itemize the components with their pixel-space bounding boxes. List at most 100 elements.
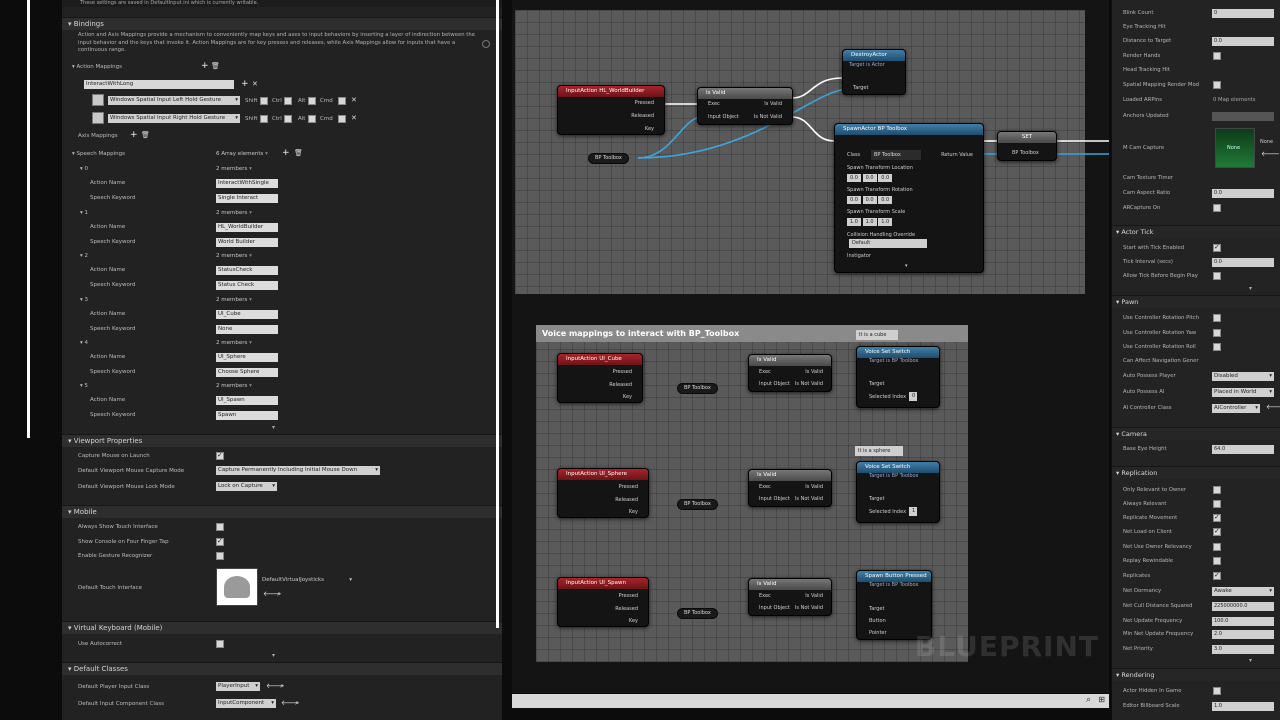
released-pin[interactable]: Released xyxy=(615,606,638,612)
pressed-pin[interactable]: Pressed xyxy=(619,484,638,490)
billboard-field[interactable]: 1.0 xyxy=(1212,702,1274,711)
eye-height-field[interactable]: 64.0 xyxy=(1212,445,1274,454)
expand-arrow-icon[interactable]: ▾ xyxy=(905,263,908,269)
speech-action-field[interactable]: UI_Sphere xyxy=(216,353,278,362)
rep-checkbox[interactable] xyxy=(1213,557,1221,565)
add-axis-icon[interactable]: + xyxy=(130,131,138,140)
allow-tick-checkbox[interactable] xyxy=(1213,272,1221,280)
exec-pin[interactable]: Exec xyxy=(759,369,771,375)
viewport-section-header[interactable]: ▾ Viewport Properties xyxy=(62,434,502,447)
speech-keyword-field[interactable]: Choose Sphere xyxy=(216,368,278,377)
expand-arrow-icon[interactable]: ▾ xyxy=(1249,285,1252,292)
add-action-icon[interactable]: + xyxy=(201,62,209,71)
input-object-pin[interactable]: Input Object xyxy=(759,605,790,611)
instigator-pin[interactable]: Instigator xyxy=(847,253,871,259)
key-pin[interactable]: Key xyxy=(645,126,654,132)
alt-checkbox[interactable] xyxy=(308,97,316,105)
anchors-updated-field[interactable] xyxy=(1212,112,1274,121)
collision-dropdown[interactable]: Default xyxy=(849,239,927,248)
tag-cube[interactable]: It is a cube xyxy=(856,330,898,340)
gesture-recognizer-checkbox[interactable] xyxy=(216,552,224,560)
is-valid-pin[interactable]: Is Valid xyxy=(805,593,823,599)
released-pin[interactable]: Released xyxy=(615,497,638,503)
mobile-section-header[interactable]: ▾ Mobile xyxy=(62,505,502,518)
is-not-valid-pin[interactable]: Is Not Valid xyxy=(795,381,823,387)
pressed-pin[interactable]: Pressed xyxy=(619,593,638,599)
capture-mouse-checkbox[interactable] xyxy=(216,451,224,460)
pressed-pin[interactable]: Pressed xyxy=(613,369,632,375)
shift-checkbox[interactable] xyxy=(260,115,268,123)
button-pin[interactable]: Button xyxy=(869,618,886,624)
rep-checkbox[interactable] xyxy=(1213,486,1221,494)
rep-checkbox[interactable] xyxy=(1213,527,1221,536)
tick-interval-field[interactable]: 0.0 xyxy=(1212,258,1274,267)
always-touch-checkbox[interactable] xyxy=(216,523,224,531)
rep-checkbox[interactable] xyxy=(1213,543,1221,551)
add-key-icon[interactable]: + xyxy=(241,80,249,89)
pointer-pin[interactable]: Pointer xyxy=(869,630,887,636)
add-speech-icon[interactable]: + xyxy=(282,149,290,158)
exec-pin[interactable]: Exec xyxy=(759,593,771,599)
key-pin[interactable]: Key xyxy=(623,394,632,400)
search-icon[interactable]: ⌕ xyxy=(277,590,281,599)
vkb-section-header[interactable]: ▾ Virtual Keyboard (Mobile) xyxy=(62,621,502,634)
vec-location[interactable]: 0.0 0.0 0.0 xyxy=(847,174,893,182)
class-pin[interactable]: Class xyxy=(847,152,860,158)
rep-checkbox[interactable] xyxy=(1213,571,1221,580)
back-arrow-icon[interactable]: 🡐 xyxy=(1261,150,1280,159)
blink-count-field[interactable]: 0 xyxy=(1212,9,1274,18)
show-console-checkbox[interactable] xyxy=(216,537,224,546)
selected-index-value[interactable]: 0 xyxy=(909,392,917,401)
expand-arrow-icon[interactable]: ▾ xyxy=(1249,657,1252,664)
input-action-node[interactable]: InputAction UI_Sphere Pressed Released K… xyxy=(557,468,649,518)
camera-section-header[interactable]: ▾ Camera xyxy=(1112,427,1280,440)
tag-sphere[interactable]: It is a sphere xyxy=(855,446,903,456)
input-object-pin[interactable]: Input Object xyxy=(708,114,739,120)
is-not-valid-pin[interactable]: Is Not Valid xyxy=(754,114,782,120)
is-valid-node[interactable]: Is Valid Exec Input Object Is Valid Is N… xyxy=(748,354,832,392)
is-valid-pin[interactable]: Is Valid xyxy=(764,101,782,107)
replication-section-header[interactable]: ▾ Replication xyxy=(1112,466,1280,479)
capture-dropdown[interactable]: None xyxy=(1258,138,1278,147)
player-input-dropdown[interactable]: PlayerInput xyxy=(216,682,260,691)
speech-action-field[interactable]: HL_WorldBuilder xyxy=(216,223,278,232)
comment-title[interactable]: Voice mappings to interact with BP_Toolb… xyxy=(536,325,968,342)
is-valid-pin[interactable]: Is Valid xyxy=(805,369,823,375)
members-label[interactable]: 2 members xyxy=(216,253,252,259)
spawn-actor-node[interactable]: SpawnActor BP Toolbox Class BP Toolbox R… xyxy=(834,123,984,273)
ai-class-dropdown[interactable]: AIController xyxy=(1212,404,1260,413)
input-action-node[interactable]: InputAction HL_WorldBuilder Pressed Rele… xyxy=(557,85,665,135)
input-object-pin[interactable]: Input Object xyxy=(759,381,790,387)
actor-tick-section-header[interactable]: ▾ Actor Tick xyxy=(1112,225,1280,238)
reset-icon[interactable] xyxy=(482,40,490,48)
expand-arrow-icon[interactable]: ▾ xyxy=(272,652,275,659)
close-icon[interactable]: ✕ xyxy=(351,114,357,123)
bp-toolbox-variable[interactable]: BP Toolbox xyxy=(677,608,718,619)
hidden-checkbox[interactable] xyxy=(1213,687,1221,695)
set-node[interactable]: SET BP Toolbox xyxy=(997,131,1057,161)
close-icon[interactable]: ✕ xyxy=(351,96,357,105)
pawn-checkbox[interactable] xyxy=(1213,329,1221,337)
capture-thumbnail[interactable]: None xyxy=(1215,128,1255,168)
auto-ai-dropdown[interactable]: Placed in World xyxy=(1212,388,1274,397)
input-action-node[interactable]: InputAction UI_Spawn Pressed Released Ke… xyxy=(557,577,649,627)
right-gesture-dropdown[interactable]: Windows Spatial Input Right Hold Gesture xyxy=(108,114,240,123)
target-pin[interactable]: Target xyxy=(853,85,868,91)
trash-icon[interactable]: 🗑 xyxy=(211,62,220,71)
released-pin[interactable]: Released xyxy=(609,382,632,388)
ctrl-checkbox[interactable] xyxy=(284,97,292,105)
min-freq-field[interactable]: 2.0 xyxy=(1212,630,1274,639)
rendering-section-header[interactable]: ▾ Rendering xyxy=(1112,668,1280,681)
pawn-checkbox[interactable] xyxy=(1213,343,1221,351)
speech-keyword-field[interactable]: Single Interact xyxy=(216,194,278,203)
speech-keyword-field[interactable]: None xyxy=(216,325,278,334)
default-classes-section-header[interactable]: ▾ Default Classes xyxy=(62,662,502,675)
bp-toolbox-pin[interactable]: BP Toolbox xyxy=(1012,150,1039,156)
selected-index-pin[interactable]: Selected Index xyxy=(869,394,906,400)
voice-set-switch-node[interactable]: Voice Set Switch Target is BP Toolbox Ta… xyxy=(856,346,940,408)
bp-toolbox-variable[interactable]: BP Toolbox xyxy=(677,383,718,394)
touch-interface-dropdown[interactable]: DefaultVirtualJoysticks xyxy=(260,576,354,585)
lock-mode-dropdown[interactable]: Lock on Capture xyxy=(216,482,277,491)
is-valid-node[interactable]: Is Valid Exec Input Object Is Valid Is N… xyxy=(748,469,832,507)
freq-field[interactable]: 100.0 xyxy=(1212,617,1274,626)
